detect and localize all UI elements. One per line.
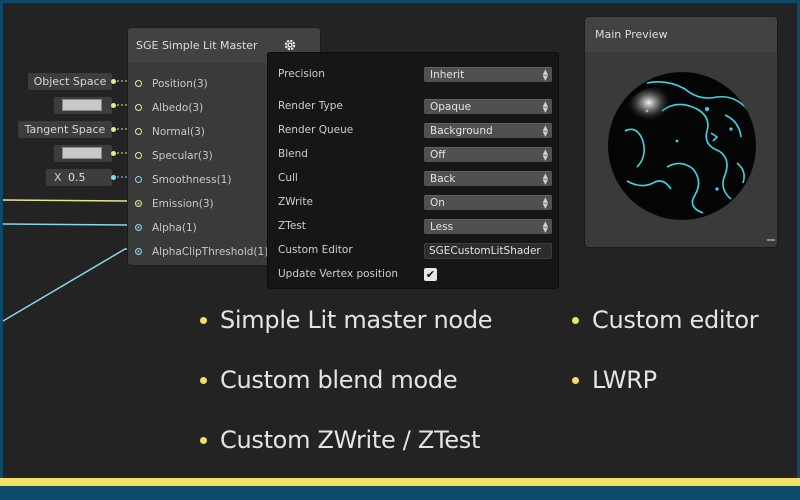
setting-precision-label: Precision [278, 68, 325, 80]
setting-render-type-label: Render Type [278, 100, 343, 112]
bullet-dot [200, 317, 207, 324]
caret-down-icon: ▼ [542, 154, 548, 162]
bullet-dot [200, 437, 207, 444]
port-alpha-icon[interactable] [135, 224, 142, 231]
ztest-dropdown[interactable]: Less ▲ ▼ [424, 219, 552, 234]
ztest-value: Less [430, 221, 454, 233]
port-position-label: Position(3) [152, 78, 208, 90]
setting-precision: Precision Inherit ▲ ▼ [278, 67, 553, 83]
render-queue-value: Background [430, 125, 493, 137]
specular-color-input[interactable] [54, 145, 112, 162]
setting-custom-editor-label: Custom Editor [278, 244, 353, 256]
setting-custom-editor: Custom Editor SGECustomLitShader [278, 243, 553, 259]
setting-ztest-label: ZTest [278, 220, 306, 232]
setting-ztest: ZTest Less ▲ ▼ [278, 219, 553, 235]
caret-down-icon: ▼ [542, 74, 548, 82]
bullet-text: LWRP [592, 366, 657, 394]
render-type-value: Opaque [430, 101, 472, 113]
precision-dropdown[interactable]: Inherit ▲ ▼ [424, 67, 552, 82]
port-specular-label: Specular(3) [152, 150, 213, 162]
setting-cull: Cull Back ▲ ▼ [278, 171, 553, 187]
smoothness-value-input[interactable]: X 0.5 [46, 169, 112, 186]
setting-blend-label: Blend [278, 148, 308, 160]
frame-bottom [0, 486, 800, 500]
port-position-icon[interactable] [135, 80, 142, 87]
precision-value: Inherit [430, 69, 465, 81]
bullet-dot [572, 377, 579, 384]
smoothness-value: 0.5 [68, 171, 86, 184]
caret-down-icon: ▼ [542, 130, 548, 138]
port-alpha-clip-icon[interactable] [135, 248, 142, 255]
caret-down-icon: ▼ [542, 106, 548, 114]
render-queue-dropdown[interactable]: Background ▲ ▼ [424, 123, 552, 138]
bullet-dot [200, 377, 207, 384]
shader-graph-canvas[interactable]: Object Space Tangent Space X 0.5 SGE Sim… [3, 3, 797, 478]
port-specular-icon[interactable] [135, 152, 142, 159]
gear-icon[interactable] [283, 38, 297, 52]
port-alpha-clip-label: AlphaClipThreshold(1) [152, 246, 269, 258]
smoothness-axis-label: X [54, 171, 62, 184]
bullet-dot [572, 317, 579, 324]
setting-update-vertex: Update Vertex position ✔ [278, 267, 553, 283]
blend-dropdown[interactable]: Off ▲ ▼ [424, 147, 552, 162]
caret-down-icon: ▼ [542, 202, 548, 210]
update-vertex-checkbox[interactable]: ✔ [424, 268, 437, 281]
bullet-text: Simple Lit master node [220, 306, 493, 334]
emission-wire [3, 199, 137, 202]
albedo-color-input[interactable] [54, 97, 112, 114]
setting-cull-label: Cull [278, 172, 298, 184]
port-normal-icon[interactable] [135, 128, 142, 135]
blend-value: Off [430, 149, 446, 161]
port-emission-label: Emission(3) [152, 198, 214, 210]
main-preview-title: Main Preview [595, 28, 668, 41]
cull-dropdown[interactable]: Back ▲ ▼ [424, 171, 552, 186]
setting-render-queue: Render Queue Background ▲ ▼ [278, 123, 553, 139]
caret-down-icon: ▼ [542, 226, 548, 234]
setting-update-vertex-label: Update Vertex position [278, 268, 399, 280]
port-emission-icon[interactable] [135, 200, 142, 207]
position-space-value: Object Space [33, 75, 107, 88]
albedo-color-swatch[interactable] [62, 99, 102, 111]
render-type-dropdown[interactable]: Opaque ▲ ▼ [424, 99, 552, 114]
normal-space-input[interactable]: Tangent Space [18, 121, 112, 138]
port-alpha-label: Alpha(1) [152, 222, 197, 234]
setting-zwrite: ZWrite On ▲ ▼ [278, 195, 553, 211]
setting-zwrite-label: ZWrite [278, 196, 313, 208]
custom-editor-field[interactable]: SGECustomLitShader [424, 243, 552, 259]
port-normal-label: Normal(3) [152, 126, 205, 138]
port-smoothness-icon[interactable] [135, 176, 142, 183]
cull-value: Back [430, 173, 456, 185]
alpha-wire [3, 223, 137, 226]
zwrite-value: On [430, 197, 445, 209]
resize-handle[interactable] [767, 239, 775, 241]
preview-sphere[interactable] [607, 71, 757, 221]
specular-color-swatch[interactable] [62, 147, 102, 159]
position-space-input[interactable]: Object Space [28, 73, 112, 90]
main-preview-panel[interactable]: Main Preview [585, 17, 777, 247]
port-albedo-icon[interactable] [135, 104, 142, 111]
bullet-text: Custom editor [592, 306, 759, 334]
bullet-text: Custom blend mode [220, 366, 458, 394]
bullet-text: Custom ZWrite / ZTest [220, 426, 481, 454]
main-preview-header[interactable]: Main Preview [585, 17, 777, 52]
port-smoothness-label: Smoothness(1) [152, 174, 232, 186]
setting-render-queue-label: Render Queue [278, 124, 354, 136]
normal-space-value: Tangent Space [24, 123, 106, 136]
port-albedo-label: Albedo(3) [152, 102, 204, 114]
caret-down-icon: ▼ [542, 178, 548, 186]
zwrite-dropdown[interactable]: On ▲ ▼ [424, 195, 552, 210]
accent-bar [0, 478, 800, 486]
setting-render-type: Render Type Opaque ▲ ▼ [278, 99, 553, 115]
setting-blend: Blend Off ▲ ▼ [278, 147, 553, 163]
master-node-title: SGE Simple Lit Master [136, 39, 258, 52]
alpha-clip-wire [3, 248, 136, 322]
node-settings-panel: Precision Inherit ▲ ▼ Render Type Opaque… [268, 53, 558, 288]
